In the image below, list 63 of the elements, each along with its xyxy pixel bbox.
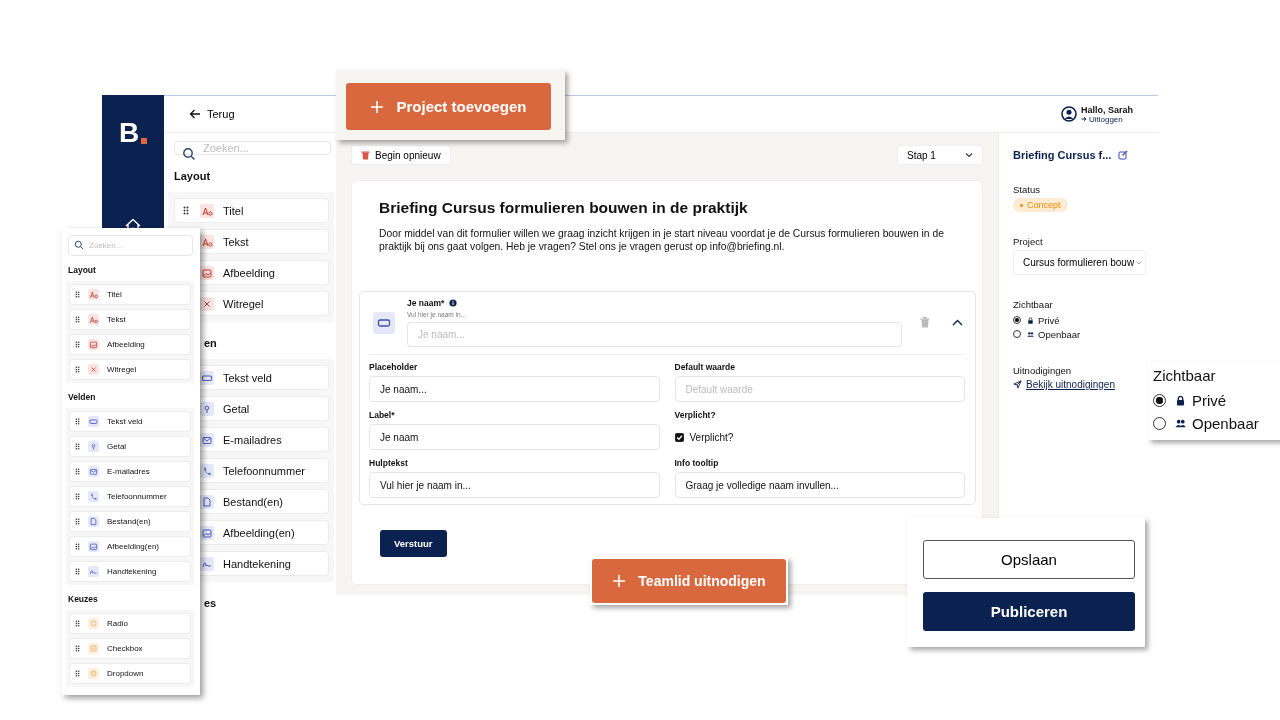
project-select[interactable]: Cursus formulieren bouw bbox=[1013, 250, 1146, 275]
palette-item[interactable]: Witregel bbox=[69, 359, 191, 380]
palette-item[interactable]: Titel bbox=[69, 284, 191, 305]
section-heading: en bbox=[203, 336, 218, 351]
palette-item[interactable]: Afbeelding(en) bbox=[69, 536, 191, 557]
palette-item[interactable]: E-mailadres bbox=[69, 461, 191, 482]
section-heading: Velden bbox=[67, 391, 97, 404]
palette-item[interactable]: Dropdown bbox=[69, 663, 191, 684]
publish-button[interactable]: Publiceren bbox=[923, 592, 1135, 631]
palette-item[interactable]: Radio bbox=[69, 613, 191, 634]
form-name: Briefing Cursus f... bbox=[1013, 149, 1112, 161]
input-field[interactable]: Vul hier je naam in... bbox=[369, 472, 660, 498]
back-button[interactable]: Terug bbox=[164, 102, 235, 126]
section-label: Status bbox=[1013, 184, 1040, 195]
checkbox-option[interactable]: Verplicht? bbox=[674, 424, 965, 450]
section-label: Uitnodigingen bbox=[1013, 365, 1072, 376]
input-field[interactable]: Je naam... bbox=[369, 376, 660, 402]
radio-option[interactable]: Privé bbox=[1013, 313, 1081, 327]
palette-item[interactable]: Getal bbox=[69, 436, 191, 457]
section-heading: es bbox=[203, 596, 218, 611]
form-title: Briefing Cursus formulieren bouwen in de praktijk bbox=[379, 199, 748, 217]
add-project-button[interactable]: Project toevoegen bbox=[346, 83, 551, 130]
section-heading: Keuzes bbox=[67, 593, 99, 606]
restart-button[interactable]: Begin opnieuw bbox=[351, 145, 451, 165]
setting-label: Hulptekst bbox=[369, 458, 409, 468]
palette-item[interactable]: Tekst veld bbox=[69, 411, 191, 432]
form-description: Door middel van dit formulier willen we graag inzicht krijgen in je start niveau voordat je de Cursus formulieren bouwen in de praktijk bij ons gaat volgen. Heb je vragen? Stel ons je vragen gerust op info@briefing.nl. bbox=[379, 227, 945, 253]
palette-item[interactable]: Handtekening bbox=[69, 561, 191, 582]
palette-item[interactable]: Titel bbox=[174, 198, 329, 223]
input-field[interactable]: Je naam bbox=[369, 424, 660, 450]
palette-item[interactable]: Checkbox bbox=[69, 638, 191, 659]
section-heading: Layout bbox=[67, 264, 97, 277]
logout-link[interactable]: Uitloggen bbox=[1080, 114, 1133, 124]
step-select[interactable]: Stap 1 bbox=[897, 145, 983, 165]
section-heading: Layout bbox=[173, 169, 212, 184]
setting-label: Info tooltip bbox=[674, 458, 720, 468]
search-field[interactable]: Zoeken... bbox=[68, 235, 193, 256]
palette-item[interactable]: Bestand(en) bbox=[69, 511, 191, 532]
status-badge: Concept bbox=[1013, 198, 1068, 212]
search-field[interactable]: Zoeken... bbox=[174, 141, 331, 155]
input-field[interactable]: Default waarde bbox=[674, 376, 965, 402]
palette-item[interactable]: Afbeelding bbox=[69, 334, 191, 355]
invite-member-button[interactable]: Teamlid uitnodigen bbox=[592, 559, 786, 603]
input-field[interactable]: Graag je volledige naam invullen... bbox=[674, 472, 965, 498]
radio-option[interactable]: Openbaar bbox=[1013, 327, 1081, 341]
logo: B bbox=[118, 117, 148, 147]
setting-label: Verplicht? bbox=[674, 410, 717, 420]
section-label: Project bbox=[1013, 236, 1043, 247]
palette-item[interactable]: Tekst bbox=[69, 309, 191, 330]
save-button[interactable]: Opslaan bbox=[923, 540, 1135, 579]
radio-option[interactable]: Openbaar bbox=[1153, 412, 1280, 435]
setting-label: Default waarde bbox=[674, 362, 736, 372]
radio-option[interactable]: Privé bbox=[1153, 389, 1280, 412]
field-label: Je naam* bbox=[407, 298, 445, 308]
section-label: Zichtbaar bbox=[1153, 367, 1217, 384]
greeting-text: Hallo, Sarah bbox=[1080, 104, 1133, 115]
submit-button[interactable]: Verstuur bbox=[380, 530, 447, 557]
setting-label: Label* bbox=[369, 410, 396, 420]
section-label: Zichtbaar bbox=[1013, 299, 1053, 310]
setting-label: Placeholder bbox=[369, 362, 419, 372]
invitations-link[interactable]: Bekijk uitnodigingen bbox=[1013, 379, 1115, 390]
palette-item[interactable]: Telefoonnummer bbox=[69, 486, 191, 507]
input-field[interactable]: Je naam... bbox=[407, 322, 902, 347]
